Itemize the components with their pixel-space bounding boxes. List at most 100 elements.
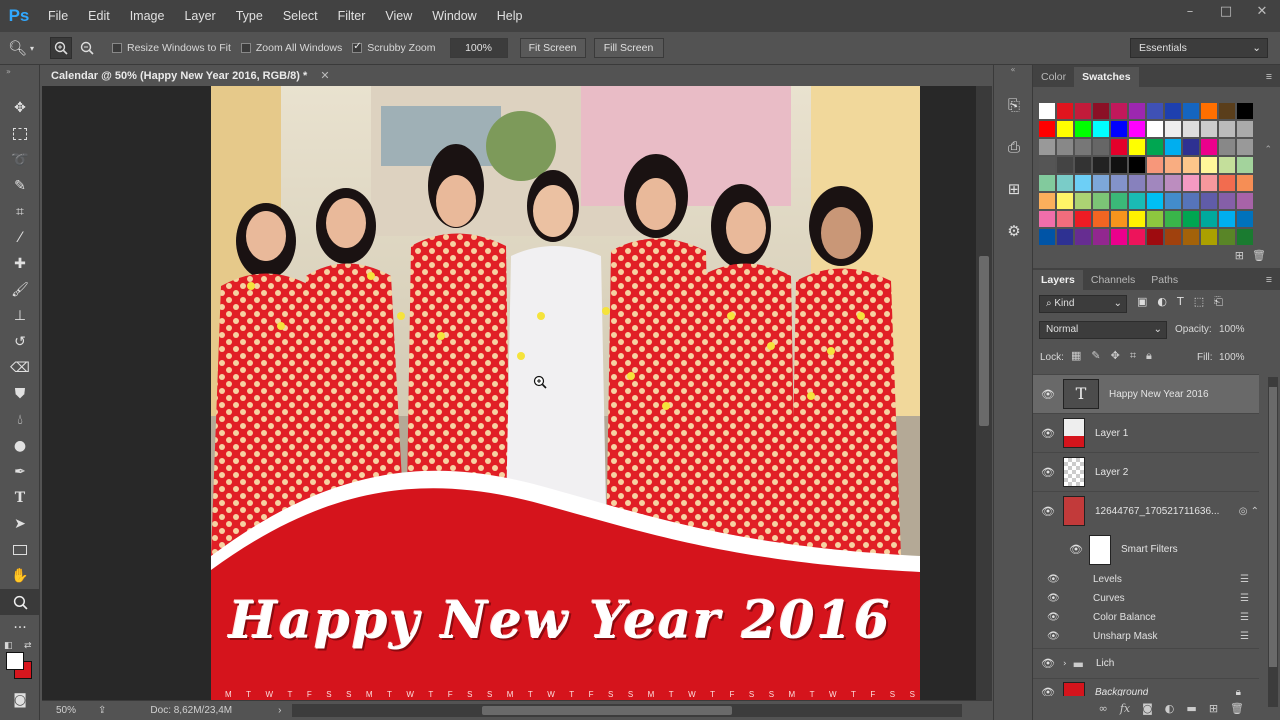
color-swatch[interactable] (1219, 211, 1235, 227)
layer-row-2[interactable]: 👁︎ Layer 2 (1033, 452, 1259, 491)
color-swatch[interactable] (1111, 139, 1127, 155)
zoom-tool-preset-icon[interactable]: 🔍︎ ▾ (0, 39, 42, 57)
color-swatch[interactable] (1039, 139, 1055, 155)
color-swatch[interactable] (1201, 157, 1217, 173)
menu-select[interactable]: Select (273, 0, 328, 32)
menu-image[interactable]: Image (120, 0, 175, 32)
vertical-scrollbar[interactable] (976, 86, 992, 700)
scroll-thumb[interactable] (482, 706, 732, 715)
color-swatch[interactable] (1165, 229, 1181, 245)
visibility-eye-icon[interactable]: 👁︎ (1033, 505, 1063, 518)
color-swatch[interactable] (1147, 157, 1163, 173)
zoom-level[interactable]: 50% (56, 705, 76, 716)
new-swatch-icon[interactable]: ⊞ (1235, 249, 1244, 262)
menu-help[interactable]: Help (487, 0, 533, 32)
visibility-eye-icon[interactable]: 👁︎ (1033, 466, 1063, 479)
color-swatch[interactable] (1201, 175, 1217, 191)
color-swatch[interactable] (1111, 103, 1127, 119)
color-swatch[interactable] (1237, 139, 1253, 155)
color-swatch[interactable] (1057, 211, 1073, 227)
eyedropper-tool-icon[interactable]: ⁄ (0, 225, 40, 251)
panel-menu-icon[interactable]: ≡ (1258, 270, 1280, 290)
layer-filter-kind[interactable]: ⌕ Kind ⌄ (1039, 295, 1127, 313)
zoom-all-checkbox[interactable]: Zoom All Windows (240, 42, 342, 54)
zoom-tool-icon[interactable] (0, 589, 40, 615)
color-swatch[interactable] (1129, 175, 1145, 191)
color-swatch[interactable] (1057, 193, 1073, 209)
lock-all-icon[interactable]: 🔒︎ (1146, 349, 1152, 363)
swap-colors-icon[interactable]: ⇄ (24, 641, 32, 651)
filter-row-levels[interactable]: 👁︎ Levels ☰ (1047, 570, 1259, 589)
color-swatch[interactable] (1183, 121, 1199, 137)
color-swatch[interactable] (1075, 175, 1091, 191)
color-swatch[interactable] (1237, 211, 1253, 227)
color-swatch[interactable] (1165, 211, 1181, 227)
filter-options-icon[interactable]: ☰ (1240, 574, 1249, 585)
delete-layer-icon[interactable]: 🗑︎ (1230, 702, 1244, 715)
zoom-value-field[interactable]: 100% (449, 38, 508, 58)
color-swatch[interactable] (1237, 175, 1253, 191)
smart-filter-toggle-icon[interactable]: ◎ ⌃ (1239, 506, 1259, 517)
color-swatch[interactable] (1093, 103, 1109, 119)
color-swatch[interactable] (1075, 193, 1091, 209)
color-swatch[interactable] (1093, 193, 1109, 209)
new-adjustment-icon[interactable]: ◐ (1165, 702, 1175, 715)
color-swatch[interactable] (1093, 139, 1109, 155)
color-swatch[interactable] (1111, 157, 1127, 173)
layer-row-text[interactable]: 👁︎ T Happy New Year 2016 (1033, 374, 1259, 413)
type-filter-icon[interactable]: T (1177, 295, 1184, 309)
color-swatch[interactable] (1165, 103, 1181, 119)
quick-selection-tool-icon[interactable]: ✎ (0, 173, 40, 199)
visibility-eye-icon[interactable]: 👁︎ (1047, 612, 1065, 623)
color-swatch[interactable] (1165, 139, 1181, 155)
more-tools-icon[interactable]: ··· (0, 615, 40, 641)
color-swatch[interactable] (1111, 211, 1127, 227)
properties-panel-icon[interactable]: ⊞ (994, 169, 1034, 209)
color-swatch[interactable] (1165, 121, 1181, 137)
smartobject-filter-icon[interactable]: ⎗ (1214, 295, 1223, 309)
color-swatch[interactable] (1075, 229, 1091, 245)
color-swatch[interactable] (1219, 157, 1235, 173)
color-swatch[interactable] (1219, 175, 1235, 191)
color-swatch[interactable] (1075, 103, 1091, 119)
panel-menu-icon[interactable]: ≡ (1258, 67, 1280, 87)
resize-windows-checkbox[interactable]: Resize Windows to Fit (112, 42, 231, 54)
document-tab[interactable]: Calendar @ 50% (Happy New Year 2016, RGB… (42, 65, 339, 86)
color-swatch[interactable] (1057, 121, 1073, 137)
filter-options-icon[interactable]: ☰ (1240, 593, 1249, 604)
color-swatch[interactable] (1093, 229, 1109, 245)
color-swatch[interactable] (1111, 229, 1127, 245)
color-swatch[interactable] (1039, 103, 1055, 119)
color-swatch[interactable] (1183, 157, 1199, 173)
brush-tool-icon[interactable]: 🖌︎ (0, 277, 40, 303)
color-swatch[interactable] (1165, 157, 1181, 173)
menu-filter[interactable]: Filter (328, 0, 376, 32)
swatches-grid[interactable] (1039, 103, 1255, 247)
color-swatch[interactable] (1183, 193, 1199, 209)
menu-layer[interactable]: Layer (174, 0, 225, 32)
shape-filter-icon[interactable]: ⬚ (1194, 295, 1204, 309)
color-swatch[interactable] (1057, 103, 1073, 119)
scroll-thumb[interactable] (1269, 387, 1277, 667)
color-swatch[interactable] (1129, 211, 1145, 227)
color-swatch[interactable] (1201, 193, 1217, 209)
adjustment-filter-icon[interactable]: ◐ (1157, 295, 1167, 309)
color-swatch[interactable] (1093, 157, 1109, 173)
menu-window[interactable]: Window (422, 0, 486, 32)
color-swatch[interactable] (1183, 211, 1199, 227)
new-layer-icon[interactable]: ⊞ (1209, 702, 1218, 715)
link-layers-icon[interactable]: ∞ (1099, 702, 1108, 715)
color-swatch[interactable] (1075, 211, 1091, 227)
hand-tool-icon[interactable]: ✋ (0, 563, 40, 589)
color-swatch[interactable] (1129, 157, 1145, 173)
color-swatch[interactable] (1237, 157, 1253, 173)
rectangle-tool-icon[interactable] (0, 537, 40, 563)
workspace-select[interactable]: Essentials ⌄ (1130, 38, 1268, 58)
color-swatch[interactable] (1219, 103, 1235, 119)
pixel-filter-icon[interactable]: ▣ (1137, 295, 1147, 309)
color-swatch[interactable] (1147, 193, 1163, 209)
scrubby-zoom-checkbox[interactable]: Scrubby Zoom (352, 41, 436, 54)
close-tab-icon[interactable]: ✕ (320, 70, 329, 82)
visibility-eye-icon[interactable]: 👁︎ (1033, 657, 1063, 670)
scroll-thumb[interactable] (979, 256, 989, 426)
